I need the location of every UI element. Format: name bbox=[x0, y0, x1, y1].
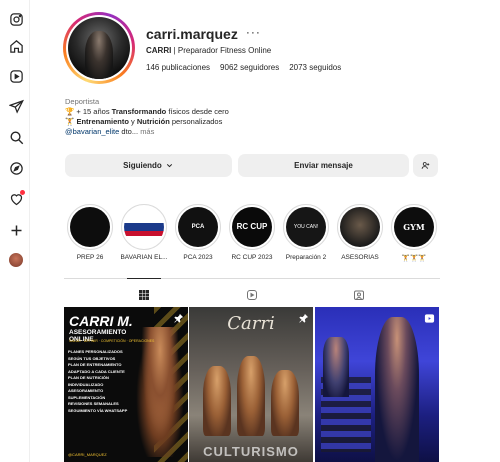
pinned-icon bbox=[298, 311, 309, 323]
highlight-item[interactable]: YOU CAN! Preparación 2 bbox=[280, 204, 332, 261]
profile-subtitle: CARRI | Preparador Fitness Online bbox=[146, 46, 272, 55]
instagram-logo-icon[interactable] bbox=[8, 11, 24, 27]
reels-tab-icon[interactable] bbox=[246, 288, 258, 300]
tabs-divider bbox=[64, 278, 440, 279]
send-message-button[interactable]: Enviar mensaje bbox=[238, 154, 409, 177]
display-name: CARRI bbox=[146, 46, 172, 55]
highlight-item[interactable]: BAVARIAN EL... bbox=[118, 204, 170, 261]
reel-video-icon bbox=[424, 311, 435, 323]
athlete-figure bbox=[203, 366, 231, 436]
active-tab-indicator bbox=[127, 278, 161, 279]
posts-count: 146 publicaciones bbox=[146, 63, 211, 72]
highlight-cover bbox=[70, 207, 110, 247]
posts-grid-tab-icon[interactable] bbox=[138, 288, 150, 300]
gym-person bbox=[323, 337, 349, 397]
search-icon[interactable] bbox=[8, 129, 24, 145]
post-tile[interactable] bbox=[315, 307, 439, 462]
followers-count[interactable]: 9062 seguidores bbox=[220, 63, 279, 72]
notification-dot bbox=[20, 190, 25, 195]
athlete-photo bbox=[136, 327, 184, 457]
post-service-list: PLANES PERSONALIZADOS SEGÚN TUS OBJETIVO… bbox=[68, 349, 128, 413]
highlight-cover: GYM bbox=[394, 207, 434, 247]
suggested-users-button[interactable] bbox=[413, 154, 438, 177]
athlete-figure bbox=[237, 356, 265, 436]
highlight-item[interactable]: RC CUP RC CUP 2023 bbox=[226, 204, 278, 261]
username: carri.marquez bbox=[146, 26, 238, 42]
bio-line-2: 🏋️ Entrenamiento y Nutrición personaliza… bbox=[65, 117, 223, 126]
chevron-down-icon bbox=[166, 164, 172, 168]
pinned-icon bbox=[173, 311, 184, 323]
highlight-item[interactable]: GYM 🏋️🏋️🏋️ bbox=[388, 204, 440, 262]
bio-line-3: @bavarian_elite dto... más bbox=[65, 127, 155, 136]
username-row: carri.marquez ··· bbox=[146, 26, 261, 42]
post-tile[interactable]: CARRI M. ASESORAMIENTO ONLINE SALUD · DE… bbox=[64, 307, 188, 462]
following-count[interactable]: 2073 seguidos bbox=[289, 63, 341, 72]
highlight-item[interactable]: PCA PCA 2023 bbox=[172, 204, 224, 261]
profile-bio: Deportista 🏆 + 15 años Transformando fís… bbox=[65, 97, 395, 137]
profile-stats: 146 publicaciones 9062 seguidores 2073 s… bbox=[146, 63, 341, 72]
explore-icon[interactable] bbox=[8, 160, 24, 176]
profile-picture-story-ring[interactable] bbox=[63, 12, 135, 84]
home-icon[interactable] bbox=[8, 38, 24, 54]
bio-mention-link[interactable]: @bavarian_elite bbox=[65, 127, 119, 136]
following-button[interactable]: Siguiendo bbox=[65, 154, 232, 177]
profile-picture[interactable] bbox=[68, 17, 130, 79]
create-plus-icon[interactable] bbox=[8, 222, 24, 238]
post-title: CARRI M. bbox=[69, 313, 133, 329]
highlight-cover: RC CUP bbox=[232, 207, 272, 247]
reels-icon[interactable] bbox=[8, 68, 24, 84]
highlight-item[interactable]: ASESORIAS bbox=[334, 204, 386, 261]
athlete-photo bbox=[375, 317, 419, 462]
profile-avatar-icon[interactable] bbox=[8, 252, 24, 268]
athlete-figure bbox=[271, 370, 299, 436]
bio-category: Deportista bbox=[65, 97, 100, 106]
highlight-item[interactable]: PREP 26 bbox=[64, 204, 116, 261]
highlight-cover: PCA bbox=[178, 207, 218, 247]
notifications-heart-icon[interactable] bbox=[8, 190, 25, 207]
bio-more-link[interactable]: más bbox=[140, 127, 154, 136]
bio-line-1: 🏆 + 15 años Transformando físicos desde … bbox=[65, 107, 229, 116]
profile-role: Preparador Fitness Online bbox=[177, 46, 272, 55]
highlight-cover: YOU CAN! bbox=[286, 207, 326, 247]
highlight-cover bbox=[124, 207, 164, 247]
direct-messages-icon[interactable] bbox=[8, 98, 24, 114]
story-highlights: PREP 26 BAVARIAN EL... PCA PCA 2023 RC C… bbox=[64, 204, 444, 264]
post-tile[interactable]: Carri CULTURISMO bbox=[189, 307, 313, 462]
add-user-icon bbox=[421, 162, 430, 169]
post-title: Carri bbox=[227, 313, 275, 334]
highlight-cover bbox=[340, 207, 380, 247]
tagged-tab-icon[interactable] bbox=[353, 288, 365, 300]
more-options-icon[interactable]: ··· bbox=[246, 26, 261, 38]
sidebar-nav bbox=[0, 0, 30, 462]
